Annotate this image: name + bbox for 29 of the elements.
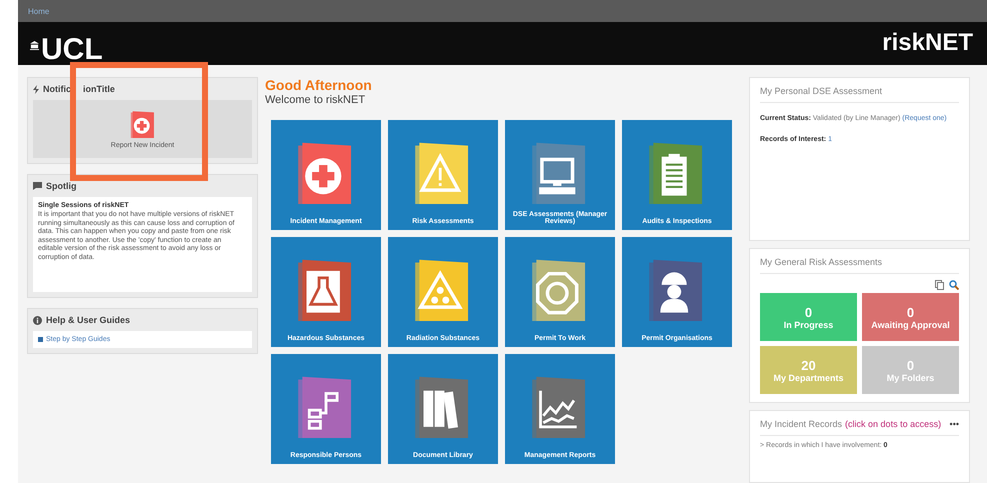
access-hint: (click on dots to access) (845, 419, 942, 430)
first-aid-book-icon (128, 110, 156, 138)
search-icon[interactable] (949, 280, 959, 290)
stat-count: 20 (801, 358, 816, 373)
greeting: Good Afternoon (265, 77, 373, 93)
welcome-text: Welcome to riskNET (265, 94, 366, 106)
info-icon (33, 316, 42, 324)
card-title: My Personal DSE Assessment (760, 86, 882, 96)
panel-title: ionTitle (83, 84, 115, 94)
panel-title: Notific (43, 84, 71, 94)
ucl-logo: UCL (41, 35, 103, 65)
more-button[interactable]: ••• (950, 419, 959, 430)
stat-tile[interactable]: 0 Awaiting Approval (862, 293, 959, 342)
speech-bubble-icon (33, 182, 42, 190)
stat-count: 0 (804, 304, 812, 320)
copy-icon[interactable] (935, 280, 944, 290)
stat-label: In Progress (784, 320, 834, 330)
lightning-icon (33, 84, 39, 94)
panel-title: Spotlig (46, 181, 76, 191)
card-title: My Incident Records (760, 419, 842, 430)
panel-title: Help & User Guides (46, 315, 130, 325)
stat-count: 0 (906, 304, 914, 320)
home-link[interactable]: Home (28, 6, 50, 16)
card-title: My General Risk Assessments (760, 257, 882, 268)
square-icon (38, 337, 43, 342)
stat-label: Awaiting Approval (871, 320, 950, 330)
portico-icon (30, 41, 39, 50)
stat-label: My Departments (773, 372, 844, 383)
app-name: riskNET (882, 29, 973, 58)
